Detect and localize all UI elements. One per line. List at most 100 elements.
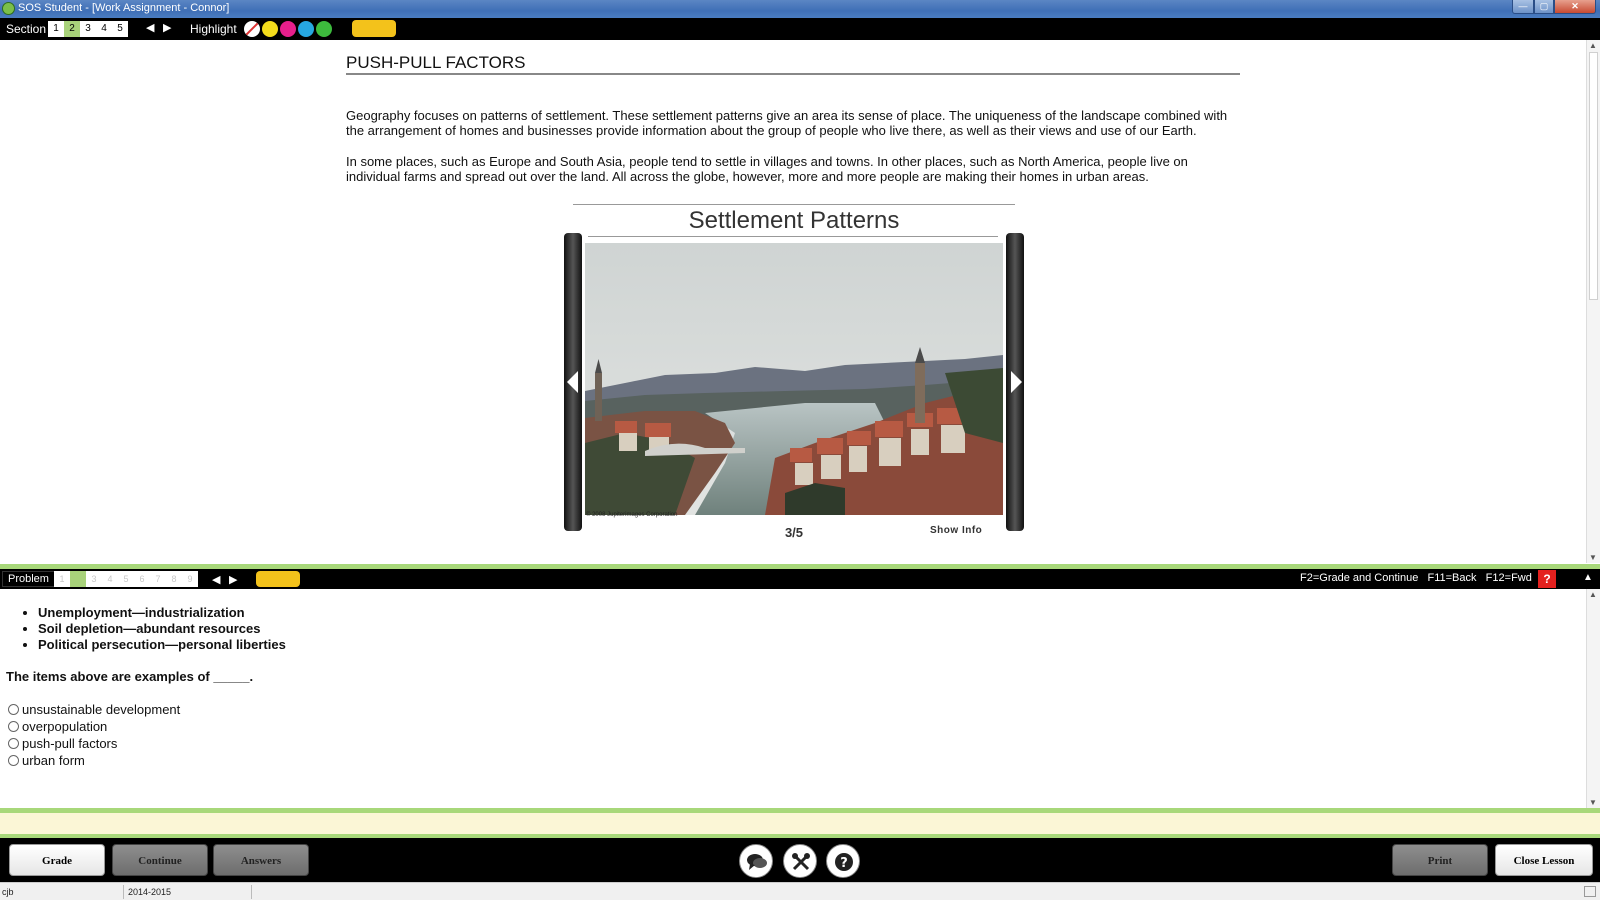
radio-button[interactable] [8, 738, 19, 749]
section-label: Section [6, 22, 47, 36]
problem-area: Unemployment—industrialization Soil depl… [0, 589, 1600, 808]
app-logo-icon [2, 2, 15, 15]
radio-button[interactable] [8, 755, 19, 766]
section-toolbar: Section 1 2 3 4 5 ◀ ▶ Highlight [0, 18, 1600, 40]
scroll-down-icon[interactable]: ▼ [1589, 553, 1597, 562]
grade-button[interactable]: Grade [9, 844, 105, 876]
section-tab-1[interactable]: 1 [48, 21, 64, 37]
status-bar: cjb 2014-2015 [0, 882, 1600, 900]
problem-tab-8[interactable]: 8 [166, 571, 182, 587]
bottom-toolbar: Grade Continue Answers ? Print Close Les… [0, 838, 1600, 882]
problem-toolbar: Problem 1 2 3 4 5 6 7 8 9 ◀ ▶ F2=Grade a… [0, 569, 1600, 589]
help-button[interactable]: ? [826, 844, 860, 878]
highlight-pink-swatch[interactable] [280, 21, 296, 37]
lesson-content: PUSH-PULL FACTORS Geography focuses on p… [0, 40, 1600, 563]
problem-tabs: 1 2 3 4 5 6 7 8 9 [54, 571, 198, 587]
gallery-title: Settlement Patterns [688, 207, 900, 234]
app-window: SOS Student - [Work Assignment - Connor]… [0, 0, 1600, 900]
problem-tab-3[interactable]: 3 [86, 571, 102, 587]
answer-option-3[interactable]: push-pull factors [8, 735, 180, 752]
close-window-button[interactable]: ✕ [1554, 0, 1596, 14]
gallery-next-button[interactable] [1006, 233, 1024, 531]
notes-strip [0, 813, 1600, 834]
print-button[interactable]: Print [1392, 844, 1488, 876]
list-item: Political persecution—personal liberties [38, 637, 286, 653]
option-label: push-pull factors [22, 736, 118, 751]
scroll-down-icon[interactable]: ▼ [1589, 798, 1597, 807]
problem-sticky-note-icon[interactable] [256, 571, 300, 587]
answer-option-4[interactable]: urban form [8, 752, 180, 769]
option-label: unsustainable development [22, 702, 181, 717]
section-tabs: 1 2 3 4 5 [48, 21, 128, 37]
continue-button[interactable]: Continue [112, 844, 208, 876]
chat-button[interactable] [739, 844, 773, 878]
answer-option-2[interactable]: overpopulation [8, 718, 180, 735]
section-tab-4[interactable]: 4 [96, 21, 112, 37]
gallery-photo [585, 243, 1003, 515]
highlight-none-icon[interactable] [244, 21, 260, 37]
tools-icon [792, 853, 810, 871]
maximize-button[interactable]: ▢ [1534, 0, 1554, 14]
paragraph-2: In some places, such as Europe and South… [346, 154, 1188, 184]
scroll-up-icon[interactable]: ▲ [1589, 41, 1597, 50]
help-icon[interactable]: ? [1538, 570, 1556, 588]
collapse-icon[interactable]: ▲ [1583, 572, 1593, 583]
gallery-counter: 3/5 [784, 525, 804, 540]
answer-options: unsustainable development overpopulation… [8, 701, 180, 769]
close-lesson-button[interactable]: Close Lesson [1495, 844, 1593, 876]
title-bar: SOS Student - [Work Assignment - Connor]… [0, 0, 1600, 18]
radio-button[interactable] [8, 704, 19, 715]
answer-option-1[interactable]: unsustainable development [8, 701, 180, 718]
paragraph-1: Geography focuses on patterns of settlem… [346, 108, 1228, 138]
scroll-thumb[interactable] [1589, 52, 1598, 300]
chat-icon [747, 854, 767, 870]
problem-prev-button[interactable]: ◀ [212, 573, 220, 586]
problem-scrollbar[interactable]: ▲ ▼ [1586, 589, 1600, 808]
gallery-divider [573, 204, 1015, 205]
option-label: overpopulation [22, 719, 108, 734]
gallery-prev-button[interactable] [564, 233, 582, 531]
highlight-green-swatch[interactable] [316, 21, 332, 37]
status-school-year: 2014-2015 [126, 885, 252, 899]
svg-text:?: ? [840, 856, 848, 871]
question-text: The items above are examples of _____. [6, 669, 254, 684]
page-title: PUSH-PULL FACTORS [346, 53, 526, 72]
arrow-right-icon [1011, 371, 1022, 393]
resize-grip-icon[interactable] [1584, 886, 1596, 897]
show-info-link[interactable]: Show Info [930, 525, 982, 536]
highlight-blue-swatch[interactable] [298, 21, 314, 37]
problem-tab-1[interactable]: 1 [54, 571, 70, 587]
keyboard-shortcuts: F2=Grade and Continue F11=Back F12=Fwd [1300, 572, 1532, 584]
problem-tab-5[interactable]: 5 [118, 571, 134, 587]
tools-button[interactable] [783, 844, 817, 878]
highlight-label: Highlight [190, 22, 237, 36]
photo-credit: © 2008 Jupiterimages Corporation [586, 512, 678, 518]
help-circle-icon: ? [835, 853, 853, 871]
problem-bullets: Unemployment—industrialization Soil depl… [38, 605, 286, 653]
arrow-left-icon [567, 371, 578, 393]
window-title: SOS Student - [Work Assignment - Connor] [18, 2, 230, 14]
problem-tab-2[interactable]: 2 [70, 571, 86, 587]
problem-tab-7[interactable]: 7 [150, 571, 166, 587]
section-next-button[interactable]: ▶ [163, 21, 171, 34]
option-label: urban form [22, 753, 85, 768]
section-tab-5[interactable]: 5 [112, 21, 128, 37]
section-prev-button[interactable]: ◀ [146, 21, 154, 34]
gallery-title-divider [588, 236, 998, 237]
minimize-button[interactable]: — [1512, 0, 1534, 14]
answers-button[interactable]: Answers [213, 844, 309, 876]
sticky-note-icon[interactable] [352, 20, 396, 37]
problem-next-button[interactable]: ▶ [229, 573, 237, 586]
scroll-up-icon[interactable]: ▲ [1589, 590, 1597, 599]
list-item: Soil depletion—abundant resources [38, 621, 286, 637]
status-user: cjb [0, 885, 124, 899]
problem-tab-6[interactable]: 6 [134, 571, 150, 587]
problem-tab-9[interactable]: 9 [182, 571, 198, 587]
section-tab-3[interactable]: 3 [80, 21, 96, 37]
title-divider [346, 73, 1240, 75]
highlight-yellow-swatch[interactable] [262, 21, 278, 37]
content-scrollbar[interactable]: ▲ ▼ [1586, 40, 1600, 563]
radio-button[interactable] [8, 721, 19, 732]
problem-tab-4[interactable]: 4 [102, 571, 118, 587]
section-tab-2[interactable]: 2 [64, 21, 80, 37]
